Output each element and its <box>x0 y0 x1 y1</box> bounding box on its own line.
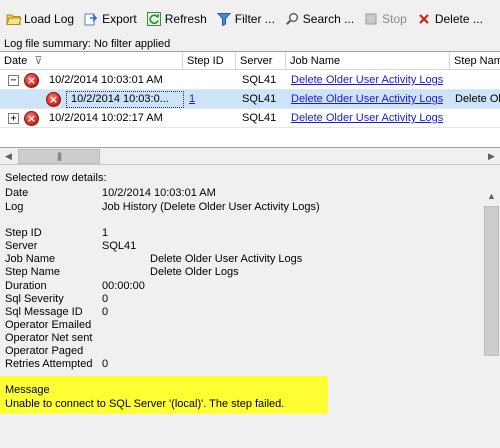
export-icon <box>84 12 98 26</box>
error-icon: × <box>46 92 61 107</box>
filter-icon <box>216 12 231 27</box>
log-summary: Log file summary: No filter applied <box>4 38 171 50</box>
column-header-date[interactable]: Date ⊽ <box>0 52 183 70</box>
column-header-job-name[interactable]: Job Name <box>286 52 450 70</box>
column-header-server[interactable]: Server <box>236 52 286 70</box>
detail-label-retries: Retries Attempted <box>5 358 93 370</box>
table-row[interactable]: − × 10/2/2014 10:03:01 AM SQL41 Delete O… <box>0 71 500 90</box>
row-step-id-link[interactable]: 1 <box>189 90 195 109</box>
detail-value-step-id: 1 <box>102 227 109 239</box>
detail-value-sql-message-id: 0 <box>102 306 109 318</box>
row-server: SQL41 <box>242 93 277 105</box>
scroll-right-arrow-icon[interactable]: ▶ <box>483 148 500 165</box>
row-server: SQL41 <box>242 112 277 124</box>
filter-label: Filter ... <box>234 12 275 26</box>
detail-value-retries: 0 <box>102 358 109 370</box>
detail-label-sql-severity: Sql Severity <box>5 293 64 305</box>
detail-value-job-name: Delete Older User Activity Logs <box>150 253 303 265</box>
grid-header: Date ⊽ Step ID Server Job Name Step Nam <box>0 52 500 70</box>
row-job-name-link[interactable]: Delete Older User Activity Logs <box>291 109 443 128</box>
detail-label-date: Date <box>5 187 29 199</box>
load-log-label: Load Log <box>24 12 75 26</box>
column-header-step-name[interactable]: Step Nam <box>450 52 500 70</box>
horizontal-scrollbar[interactable]: ◀ ||| ▶ <box>0 148 500 165</box>
detail-value-duration: 00:00:00 <box>102 280 145 292</box>
detail-value-date: 10/2/2014 10:03:01 AM <box>102 187 216 199</box>
log-grid: Date ⊽ Step ID Server Job Name Step Nam … <box>0 51 500 148</box>
filter-button[interactable]: Filter ... <box>216 11 275 27</box>
table-row-selected[interactable]: × 10/2/2014 10:03:0... 1 SQL41 Delete Ol… <box>0 90 500 109</box>
stop-button[interactable]: Stop <box>364 11 407 27</box>
scroll-left-arrow-icon[interactable]: ◀ <box>0 148 17 165</box>
row-date: 10/2/2014 10:02:17 AM <box>49 112 163 124</box>
row-job-name-link[interactable]: Delete Older User Activity Logs <box>291 71 443 90</box>
table-row[interactable]: + × 10/2/2014 10:02:17 AM SQL41 Delete O… <box>0 109 500 128</box>
delete-label: Delete ... <box>434 12 483 26</box>
detail-label-operator-paged: Operator Paged <box>5 345 84 357</box>
export-label: Export <box>102 12 137 26</box>
detail-label-message: Message <box>5 384 50 396</box>
row-date: 10/2/2014 10:03:01 AM <box>49 74 163 86</box>
scroll-up-arrow-icon[interactable]: ▲ <box>483 188 500 205</box>
selected-row-details: Selected row details: Date 10/2/2014 10:… <box>0 168 500 448</box>
error-icon: × <box>24 73 39 88</box>
detail-value-message: Unable to connect to SQL Server '(local)… <box>5 398 285 410</box>
refresh-button[interactable]: Refresh <box>146 11 207 27</box>
detail-label-step-name: Step Name <box>5 266 61 278</box>
row-job-name-link[interactable]: Delete Older User Activity Logs <box>291 90 443 109</box>
refresh-label: Refresh <box>164 12 207 26</box>
search-icon <box>285 12 299 26</box>
detail-label-step-id: Step ID <box>5 227 42 239</box>
folder-open-icon <box>6 12 22 26</box>
detail-label-operator-net-sent: Operator Net sent <box>5 332 93 344</box>
detail-label-server: Server <box>5 240 38 252</box>
horizontal-scroll-thumb[interactable]: ||| <box>18 149 100 164</box>
load-log-button[interactable]: Load Log <box>6 11 74 27</box>
row-step-name: Delete Ol <box>455 93 500 105</box>
toolbar: Load Log Export Refresh Filter ... Searc… <box>0 0 500 36</box>
sort-filter-icon: ⊽ <box>34 55 43 67</box>
stop-icon <box>364 12 378 26</box>
vertical-scrollbar[interactable]: ▲ <box>483 188 500 448</box>
row-server: SQL41 <box>242 74 277 86</box>
detail-label-duration: Duration <box>5 280 47 292</box>
expand-icon[interactable]: + <box>8 113 19 124</box>
error-icon: × <box>24 111 39 126</box>
stop-label: Stop <box>382 12 407 26</box>
delete-button[interactable]: Delete ... <box>417 11 483 27</box>
vertical-scroll-thumb[interactable] <box>484 206 499 356</box>
detail-label-job-name: Job Name <box>5 253 56 265</box>
search-label: Search ... <box>302 12 355 26</box>
detail-value-server: SQL41 <box>102 240 137 252</box>
export-button[interactable]: Export <box>84 11 137 27</box>
column-header-step-id[interactable]: Step ID <box>183 52 236 70</box>
refresh-icon <box>146 12 161 26</box>
detail-label-log: Log <box>5 201 24 213</box>
detail-value-step-name: Delete Older Logs <box>150 266 239 278</box>
row-date: 10/2/2014 10:03:0... <box>71 93 169 105</box>
search-button[interactable]: Search ... <box>285 11 354 27</box>
detail-label-operator-emailed: Operator Emailed <box>5 319 92 331</box>
detail-value-sql-severity: 0 <box>102 293 109 305</box>
detail-label-sql-message-id: Sql Message ID <box>5 306 83 318</box>
detail-value-log: Job History (Delete Older User Activity … <box>102 201 320 213</box>
collapse-icon[interactable]: − <box>8 75 19 86</box>
delete-icon <box>417 12 431 26</box>
details-title: Selected row details: <box>5 172 107 184</box>
